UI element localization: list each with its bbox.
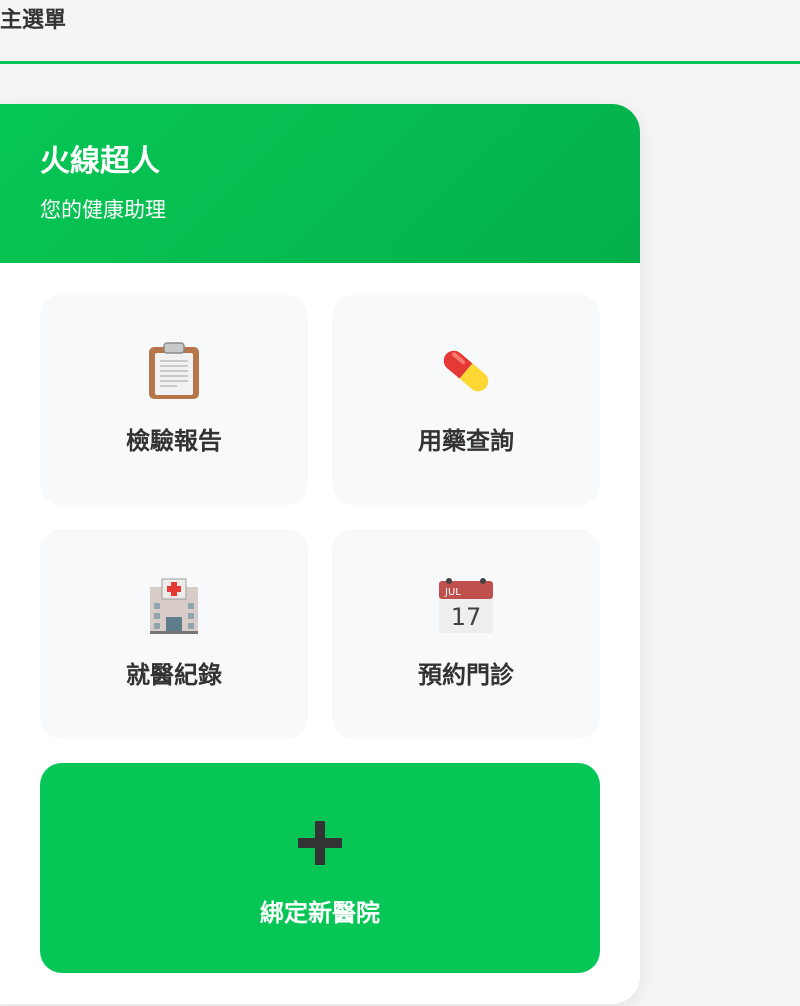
menu-item-label: 就醫紀錄 <box>126 661 222 689</box>
menu-item-appointment[interactable]: JUL 17 預約門診 <box>332 529 600 739</box>
menu-item-label: 預約門診 <box>418 661 514 689</box>
pill-icon <box>332 339 600 403</box>
calendar-day: 17 <box>451 603 482 631</box>
plus-icon <box>40 819 600 867</box>
menu-item-lab-reports[interactable]: 檢驗報告 <box>40 295 308 505</box>
menu-item-medical-records[interactable]: 就醫紀錄 <box>40 529 308 739</box>
menu-grid: 檢驗報告 用藥查詢 就醫紀錄 JUL 17 預約門診 <box>40 295 600 739</box>
calendar-month: JUL <box>444 587 461 598</box>
bind-hospital-button[interactable]: 綁定新醫院 <box>40 763 600 973</box>
menu-item-label: 用藥查詢 <box>418 427 514 455</box>
menu-item-label: 檢驗報告 <box>126 427 222 455</box>
page-title: 主選單 <box>0 8 67 33</box>
clipboard-icon <box>40 339 308 403</box>
brand-title: 火線超人 <box>40 144 160 179</box>
menu-item-medication[interactable]: 用藥查詢 <box>332 295 600 505</box>
bind-hospital-label: 綁定新醫院 <box>260 899 380 927</box>
top-bar: 主選單 <box>0 0 800 64</box>
hospital-icon <box>40 573 308 637</box>
brand-header: 火線超人 您的健康助理 <box>0 104 640 263</box>
brand-subtitle: 您的健康助理 <box>40 198 166 222</box>
calendar-icon: JUL 17 <box>332 573 600 637</box>
